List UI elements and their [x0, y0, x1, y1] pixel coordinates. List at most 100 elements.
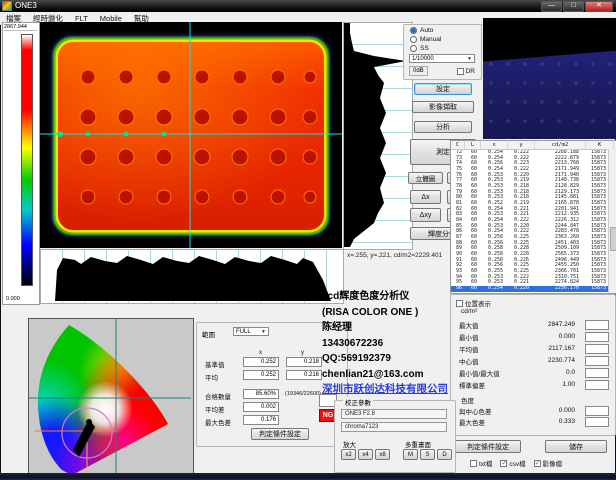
- result-item: 平均值2117.167: [459, 343, 609, 354]
- zoom-buttons: x2x4x8: [341, 449, 390, 460]
- radio-manual[interactable]: Manual: [410, 35, 481, 43]
- zoom-button-x4[interactable]: x4: [358, 449, 373, 460]
- judge-result-box: [585, 344, 609, 354]
- table-scrollbar[interactable]: [608, 149, 616, 293]
- result-panel: 位置表示 cd/m² 最大值2847.249最小值0.000平均值2117.16…: [450, 294, 616, 436]
- range-dropdown[interactable]: FULL ▼: [233, 327, 269, 336]
- zoom-button-x2[interactable]: x2: [341, 449, 356, 460]
- app-window: ONE3 — □ ✕ 檔案經時變化FLTMobile幫助 2867.944 0.…: [0, 0, 616, 480]
- avg-diff-value: 0.002: [243, 402, 279, 412]
- radio-ss[interactable]: SS: [410, 44, 481, 52]
- multi-screen-button-M[interactable]: M: [403, 449, 418, 460]
- checkbox-icon: [470, 460, 477, 467]
- file-format-checkboxes: txt檔 ✓csv檔 ✓影像檔: [470, 458, 562, 468]
- contact-overlay: ccd辉度色度分析仪 (RISA COLOR ONE ) 陈经理 1343067…: [322, 289, 472, 398]
- multi-screen-button-D[interactable]: D: [437, 449, 452, 460]
- scrollbar-thumb[interactable]: [610, 227, 616, 251]
- result-item: 最大值2847.249: [459, 319, 609, 330]
- checkbox-icon: ✓: [500, 460, 507, 467]
- colorbar-gradient: [21, 34, 33, 286]
- luminance-map[interactable]: [40, 22, 342, 248]
- table-header-cell: cd/m2: [535, 141, 586, 149]
- chroma-item: 與中心色差0.000: [459, 405, 609, 416]
- result-item: 最小值/最大值0.0: [459, 367, 609, 378]
- chevron-down-icon: ▼: [467, 56, 472, 62]
- delta-x-button[interactable]: Δx: [410, 190, 441, 204]
- gain-value: 0dB: [409, 66, 428, 76]
- file-check-txt檔[interactable]: txt檔: [470, 458, 492, 468]
- title-bar: ONE3 — □ ✕: [0, 0, 616, 12]
- analyze-button[interactable]: 分析: [414, 121, 472, 133]
- capture-control-group: Auto Manual SS 1/10000 ▼ 0dB DR: [403, 24, 482, 80]
- range-label: 範圍: [202, 329, 215, 339]
- table-header-cell: L: [465, 141, 481, 149]
- result-item: 最小值0.000: [459, 331, 609, 342]
- table-header-cell: y: [508, 141, 535, 149]
- dr-checkbox-icon: [457, 68, 464, 75]
- table-row[interactable]: 96600.2540.2202256.17615873: [451, 286, 616, 292]
- avg-y-value: 0.216: [286, 370, 322, 380]
- horizontal-profile-plot: [40, 249, 344, 304]
- capture-button[interactable]: 影像擷取: [412, 101, 474, 113]
- maximize-button[interactable]: □: [563, 1, 584, 12]
- shutter-dropdown[interactable]: 1/10000 ▼: [409, 54, 475, 63]
- colorbar-min-value: 0.000: [6, 296, 20, 302]
- avg-diff-label: 平均差: [205, 404, 225, 414]
- close-button[interactable]: ✕: [585, 1, 613, 12]
- max-diff-value: 0.176: [243, 415, 279, 425]
- calibration-panel: 校正參數 ONE3 F2.8 chroma7123 放大 多重畫面 x2x4x8…: [334, 400, 456, 473]
- multi-screen-label: 多重畫面: [405, 439, 431, 449]
- calibration-title: 校正參數: [343, 397, 373, 407]
- delta-xy-button[interactable]: Δxy: [410, 208, 441, 222]
- zoom-button-x8[interactable]: x8: [375, 449, 390, 460]
- measurement-table: CLxycd/m2K 72600.2540.2222268.1881587373…: [450, 140, 616, 294]
- judge-result-box: [585, 417, 609, 427]
- contact-person: 陈经理: [322, 320, 472, 336]
- col-x-header: x: [259, 350, 262, 356]
- product-name: ccd辉度色度分析仪: [322, 289, 472, 305]
- judge-settings-button-right[interactable]: 判定條件設定: [455, 440, 521, 453]
- table-header: CLxycd/m2K: [451, 141, 616, 150]
- window-bottom-border: [0, 473, 616, 480]
- pass-value: 85.60%: [243, 389, 279, 399]
- settings-button[interactable]: 設定: [414, 83, 472, 95]
- window-title: ONE3: [15, 2, 37, 10]
- ref-y-value: 0.218: [286, 357, 322, 367]
- radio-manual-icon: [410, 36, 417, 43]
- calibration-param1: ONE3 F2.8: [341, 409, 447, 419]
- save-button[interactable]: 儲存: [545, 440, 607, 453]
- radio-ss-icon: [410, 45, 417, 52]
- col-y-header: y: [301, 350, 304, 356]
- multi-screen-button-S[interactable]: S: [420, 449, 435, 460]
- chevron-down-icon: ▼: [261, 329, 266, 335]
- result-item: 中心值2230.774: [459, 355, 609, 366]
- cie-chromaticity-diagram: [28, 318, 194, 479]
- company-name: 深圳市跃创达科技有限公司: [322, 382, 472, 398]
- file-check-影像檔[interactable]: ✓影像檔: [534, 458, 563, 468]
- colorbar-panel: 2867.944 0.000: [2, 22, 40, 305]
- minimize-button[interactable]: —: [541, 1, 562, 12]
- max-diff-label: 最大色差: [205, 417, 231, 427]
- contact-qq: QQ:569192379: [322, 351, 472, 367]
- table-header-cell: C: [451, 141, 465, 149]
- checkbox-icon: ✓: [534, 460, 541, 467]
- dr-checkbox-row[interactable]: DR: [457, 68, 475, 75]
- backlight-panel-image: [483, 18, 616, 139]
- calibration-param2: chroma7123: [341, 422, 447, 432]
- avg-x-value: 0.252: [243, 370, 279, 380]
- view3d-button[interactable]: 立體圖: [408, 172, 443, 184]
- judge-result-box: [585, 332, 609, 342]
- radio-auto-icon: [410, 27, 417, 34]
- table-header-cell: K: [586, 141, 614, 149]
- table-body: 72600.2540.2222268.1881587373600.2540.22…: [451, 150, 616, 292]
- radio-auto[interactable]: Auto: [410, 26, 481, 34]
- judge-result-box: [585, 320, 609, 330]
- file-check-csv檔[interactable]: ✓csv檔: [500, 458, 525, 468]
- table-header-cell: x: [481, 141, 508, 149]
- judge-result-box: [585, 380, 609, 390]
- app-icon: [2, 1, 12, 11]
- chroma-item: 最大色差0.333: [459, 416, 609, 427]
- colorbar-max-value: 2867.944: [4, 24, 37, 31]
- judge-settings-button-left[interactable]: 判定條件設定: [251, 428, 309, 440]
- judge-result-box: [585, 356, 609, 366]
